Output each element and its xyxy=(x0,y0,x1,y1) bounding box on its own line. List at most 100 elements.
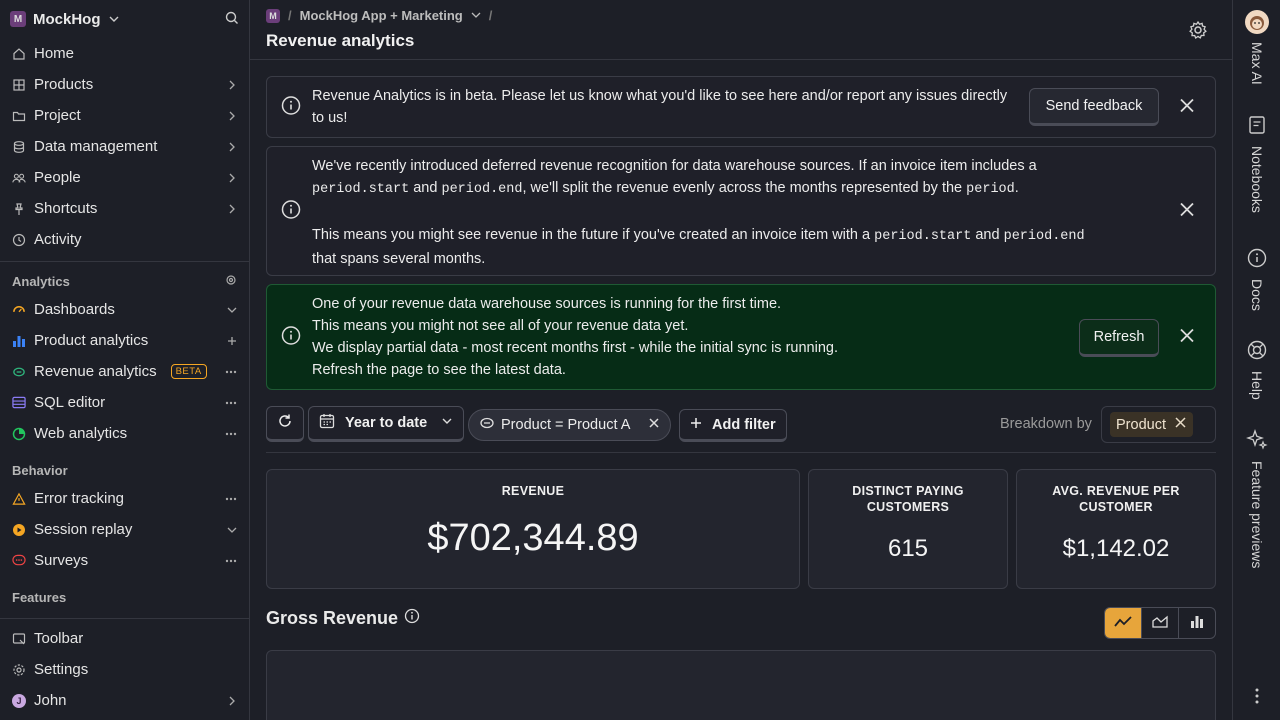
code-snippet: period.end xyxy=(441,182,523,197)
banner-text: One of your revenue data warehouse sourc… xyxy=(312,293,1032,381)
warning-icon xyxy=(12,492,26,506)
breadcrumb-project[interactable]: MockHog App + Marketing xyxy=(300,8,463,23)
line-chart-icon xyxy=(1114,615,1132,632)
sidebar-item-label: Toolbar xyxy=(34,630,84,647)
line-chart-button[interactable] xyxy=(1105,608,1142,638)
sidebar-item-label: John xyxy=(34,692,67,709)
lifebuoy-icon xyxy=(1247,340,1267,363)
sidebar-item-product-analytics[interactable]: Product analytics xyxy=(0,325,249,356)
more-icon[interactable] xyxy=(225,401,237,405)
sidebar-item-label: Surveys xyxy=(34,552,89,569)
chevron-down-icon[interactable] xyxy=(227,525,237,535)
breakdown-select[interactable]: Product xyxy=(1101,406,1216,443)
close-icon[interactable] xyxy=(1179,328,1195,347)
play-icon xyxy=(12,523,26,537)
rail-feature-previews[interactable]: Feature previews xyxy=(1233,428,1280,568)
sidebar-item-dashboards[interactable]: Dashboards xyxy=(0,294,249,325)
sidebar-item-user[interactable]: J John xyxy=(0,685,249,716)
products-icon xyxy=(12,78,26,92)
sidebar-item-toolbar[interactable]: Toolbar xyxy=(0,623,249,654)
sidebar-item-surveys[interactable]: Surveys xyxy=(0,545,249,576)
reload-button[interactable] xyxy=(266,406,304,442)
search-icon[interactable] xyxy=(225,11,239,28)
sidebar-item-label: Settings xyxy=(34,661,89,678)
chevron-down-icon xyxy=(109,16,118,22)
metric-value: 615 xyxy=(887,535,929,562)
sidebar-item-settings[interactable]: Settings xyxy=(0,654,249,685)
metric-value: $1,142.02 xyxy=(1062,535,1170,562)
rail-more[interactable] xyxy=(1233,688,1280,707)
sidebar-item-data-management[interactable]: Data management xyxy=(0,131,249,162)
rail-help[interactable]: Help xyxy=(1233,340,1280,400)
project-badge: M xyxy=(266,8,280,23)
sidebar-item-label: Session replay xyxy=(34,521,133,538)
close-icon[interactable] xyxy=(1179,98,1195,117)
plus-icon xyxy=(690,417,702,433)
section-behavior: Behavior xyxy=(0,457,249,483)
calendar-icon xyxy=(319,413,335,433)
date-range-select[interactable]: Year to date xyxy=(308,406,464,442)
sidebar-item-session-replay[interactable]: Session replay xyxy=(0,514,249,545)
banner-line: that spans several months. xyxy=(312,251,486,267)
gear-icon xyxy=(12,663,26,677)
filter-chip[interactable]: Product = Product A xyxy=(468,409,671,441)
sidebar-item-sql-editor[interactable]: SQL editor xyxy=(0,387,249,418)
chevron-down-icon[interactable] xyxy=(227,305,237,315)
metric-label: DISTINCT PAYING CUSTOMERS xyxy=(852,484,964,514)
pie-icon xyxy=(12,427,26,441)
dashboard-icon xyxy=(12,303,26,317)
refresh-button[interactable]: Refresh xyxy=(1079,319,1159,357)
section-heading: Gross Revenue xyxy=(266,608,399,628)
section-title: Features xyxy=(12,589,67,605)
sidebar-item-label: Error tracking xyxy=(34,490,125,507)
rail-max-ai[interactable]: Max AI xyxy=(1233,10,1280,85)
sidebar-item-error-tracking[interactable]: Error tracking xyxy=(0,483,249,514)
sidebar-item-label: Shortcuts xyxy=(34,200,98,217)
bar-chart-icon xyxy=(1190,615,1204,632)
sidebar-item-label: Revenue analytics xyxy=(34,363,157,380)
org-switcher[interactable]: M MockHog xyxy=(10,11,120,28)
more-icon[interactable] xyxy=(225,370,237,374)
more-icon[interactable] xyxy=(225,559,237,563)
plus-icon[interactable] xyxy=(227,336,237,346)
metric-value: $702,344.89 xyxy=(427,517,639,559)
rail-notebooks[interactable]: Notebooks xyxy=(1233,115,1280,213)
rail-docs[interactable]: Docs xyxy=(1233,248,1280,311)
more-icon[interactable] xyxy=(225,432,237,436)
breakdown-value: Product xyxy=(1116,416,1166,433)
more-vertical-icon xyxy=(1255,688,1259,707)
page-title: Revenue analytics xyxy=(266,31,415,50)
sidebar-item-revenue-analytics[interactable]: Revenue analytics BETA xyxy=(0,356,249,387)
sidebar-item-label: SQL editor xyxy=(34,394,106,411)
sidebar-item-project[interactable]: Project xyxy=(0,100,249,131)
info-icon xyxy=(1247,248,1267,271)
chevron-down-icon[interactable] xyxy=(471,8,481,23)
sidebar-item-shortcuts[interactable]: Shortcuts xyxy=(0,193,249,224)
more-icon[interactable] xyxy=(225,497,237,501)
sidebar-item-activity[interactable]: Activity xyxy=(0,224,249,255)
area-chart-button[interactable] xyxy=(1142,608,1179,638)
folder-icon xyxy=(12,109,26,123)
sidebar-item-products[interactable]: Products xyxy=(0,69,249,100)
add-filter-button[interactable]: Add filter xyxy=(679,409,787,442)
banner-text-part: , we'll split the revenue evenly across … xyxy=(522,180,967,196)
send-feedback-button[interactable]: Send feedback xyxy=(1029,88,1159,126)
gear-icon[interactable] xyxy=(1188,20,1208,43)
close-icon[interactable] xyxy=(1179,202,1195,221)
refresh-icon xyxy=(277,413,293,433)
sidebar-item-home[interactable]: Home xyxy=(0,38,249,69)
sidebar-header: M MockHog xyxy=(0,0,249,38)
sql-icon xyxy=(12,396,26,410)
settings-small-icon[interactable] xyxy=(225,274,237,289)
close-icon[interactable] xyxy=(1174,416,1187,433)
bar-chart-button[interactable] xyxy=(1179,608,1215,638)
banner-text-part: and xyxy=(409,180,442,196)
beta-badge: BETA xyxy=(170,364,207,379)
info-icon[interactable] xyxy=(404,608,420,629)
breakdown-tag[interactable]: Product xyxy=(1110,412,1193,437)
sidebar-item-web-analytics[interactable]: Web analytics xyxy=(0,418,249,449)
sidebar-item-label: Activity xyxy=(34,231,82,248)
sidebar-item-people[interactable]: People xyxy=(0,162,249,193)
close-icon[interactable] xyxy=(648,417,660,433)
banner-line: Refresh the page to see the latest data. xyxy=(312,362,566,378)
